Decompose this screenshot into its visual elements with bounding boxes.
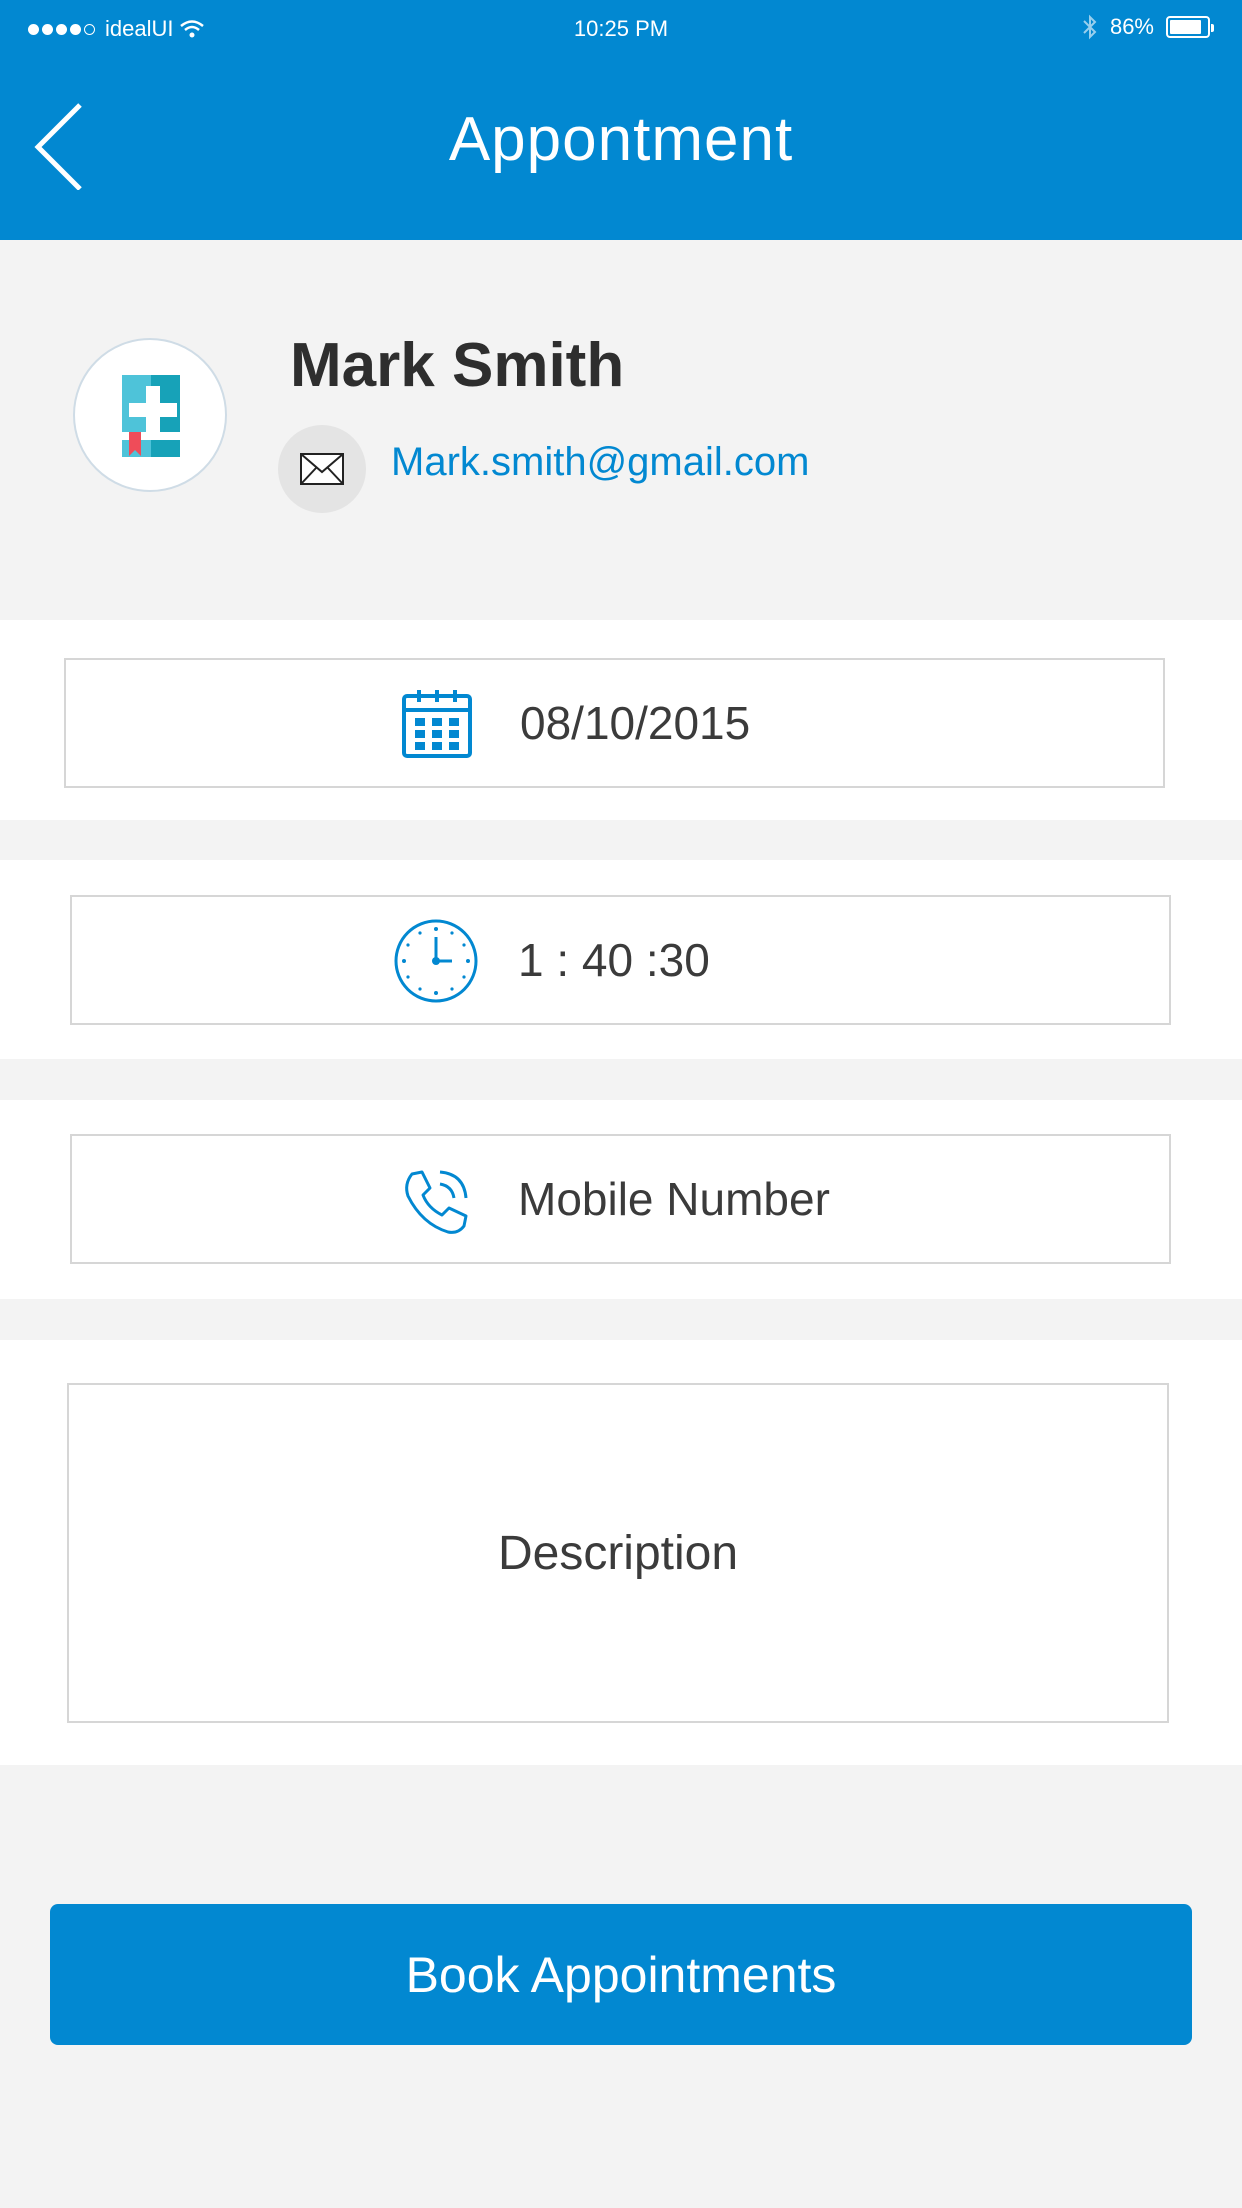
date-value: 08/10/2015: [520, 697, 751, 749]
page-title: Appontment: [448, 105, 794, 174]
calendar-icon: [402, 690, 472, 758]
bluetooth-icon: [1083, 14, 1097, 40]
book-appointments-button[interactable]: Book Appointments: [50, 1904, 1192, 2045]
phone-icon: [405, 1170, 468, 1234]
mobile-field[interactable]: Mobile Number: [70, 1134, 1171, 1264]
mail-badge: [278, 425, 366, 513]
medical-book-icon: [122, 375, 180, 457]
mail-icon: [300, 453, 344, 485]
description-field[interactable]: Description: [67, 1383, 1169, 1723]
avatar: [73, 338, 227, 492]
time-section: 1 : 40 :30: [0, 860, 1242, 1059]
time-field[interactable]: 1 : 40 :30: [70, 895, 1171, 1025]
mobile-section: Mobile Number: [0, 1100, 1242, 1299]
status-right: 86%: [1082, 14, 1214, 40]
profile-name: Mark Smith: [290, 331, 625, 400]
clock-icon: [394, 919, 478, 1003]
date-section: 08/10/2015: [0, 620, 1242, 820]
date-field[interactable]: 08/10/2015: [64, 658, 1165, 788]
app-header: idealUI 10:25 PM 86% Appontment: [0, 0, 1242, 240]
description-input: Description: [497, 1526, 739, 1580]
battery-icon: [1166, 16, 1214, 38]
battery-percent: 86%: [1109, 14, 1154, 39]
time-value: 1 : 40 :30: [518, 934, 710, 986]
mobile-input: Mobile Number: [518, 1173, 830, 1225]
description-section: Description: [0, 1340, 1242, 1765]
status-bar: idealUI 10:25 PM 86%: [0, 0, 1242, 60]
profile-email[interactable]: Mark.smith@gmail.com: [391, 440, 809, 485]
status-time: 10:25 PM: [573, 16, 669, 41]
